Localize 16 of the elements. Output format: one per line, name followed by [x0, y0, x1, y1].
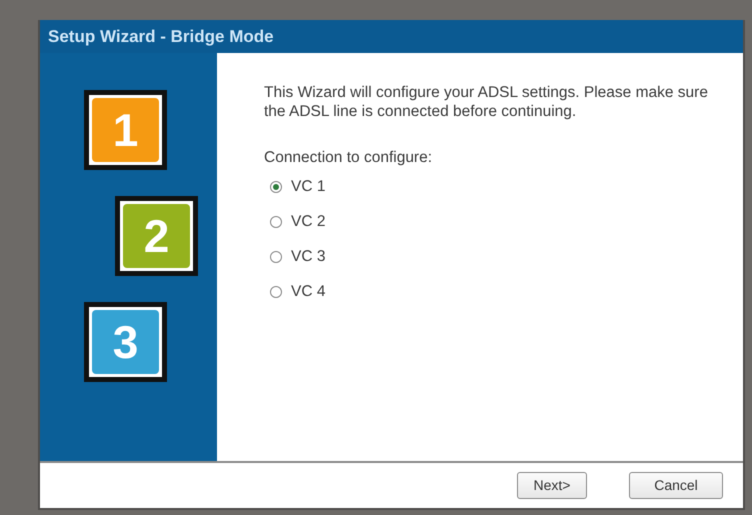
radio-label[interactable]: VC 4	[291, 282, 326, 301]
next-button[interactable]: Next>	[517, 472, 587, 499]
radio-label[interactable]: VC 2	[291, 212, 326, 231]
radio-label[interactable]: VC 3	[291, 247, 326, 266]
radio-button[interactable]	[270, 286, 282, 298]
radio-label[interactable]: VC 1	[291, 177, 326, 196]
connection-label: Connection to configure:	[264, 148, 432, 167]
step-number: 1	[92, 98, 159, 162]
step-number: 3	[92, 310, 159, 374]
radio-button[interactable]	[270, 216, 282, 228]
step-number: 2	[123, 204, 190, 268]
intro-text: This Wizard will configure your ADSL settings. Please make sure the ADSL line is connected before continuing.	[264, 83, 709, 121]
window-title: Setup Wizard - Bridge Mode	[40, 20, 743, 53]
radio-button[interactable]	[270, 250, 282, 262]
radio-button[interactable]	[270, 180, 282, 192]
cancel-button[interactable]: Cancel	[629, 472, 723, 499]
